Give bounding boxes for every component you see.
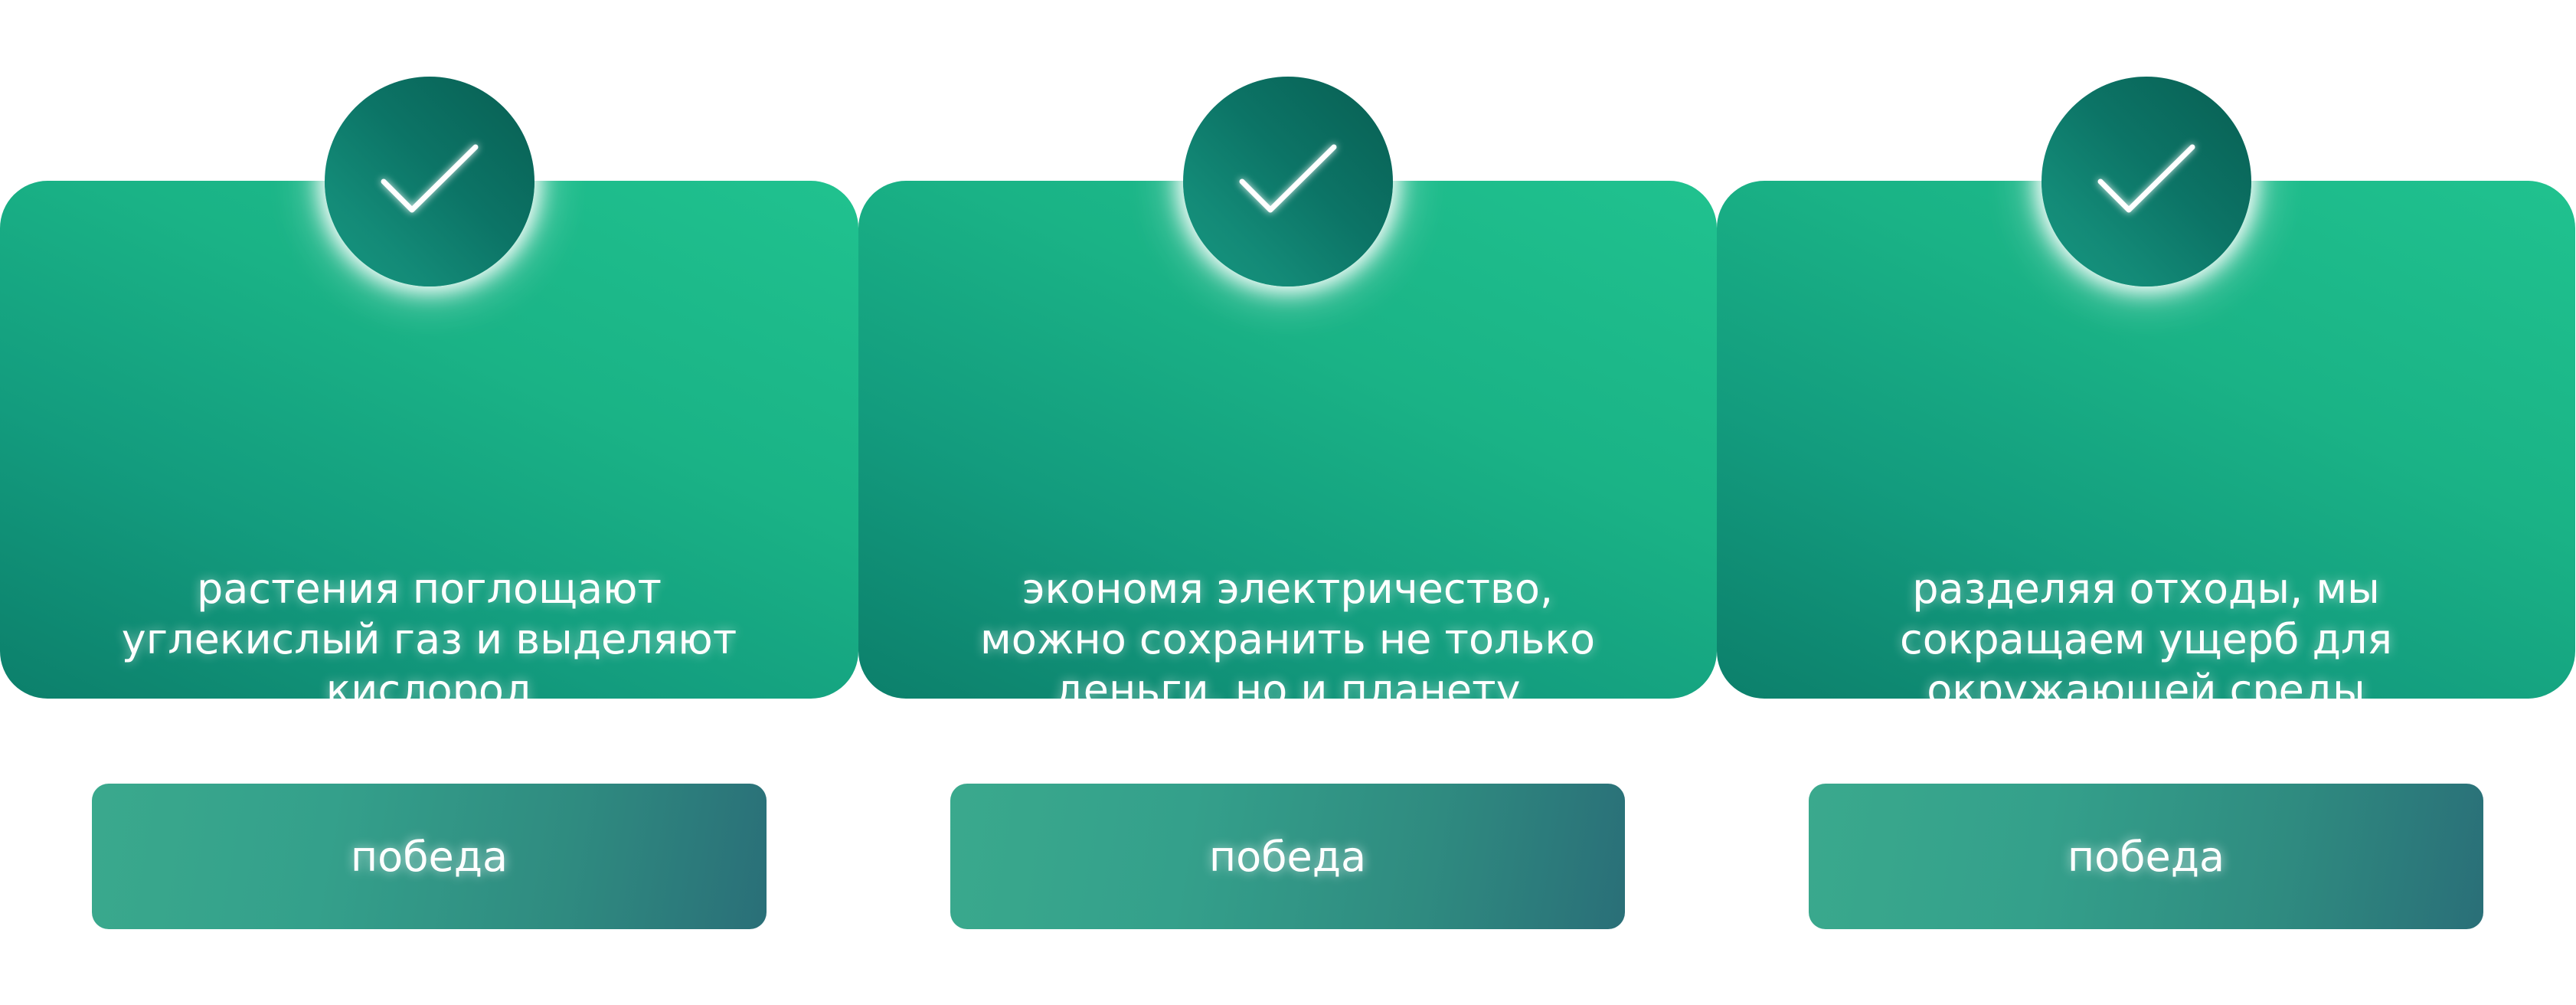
card-text-line: сокращаем ущерб для bbox=[1900, 615, 2392, 663]
checkmark-icon bbox=[2097, 144, 2195, 213]
eco-column-2: экономя электричество, можно сохранить н… bbox=[858, 0, 1717, 1005]
card-text: растения поглощают углекислый газ и выде… bbox=[46, 564, 812, 715]
card-text: экономя электричество, можно сохранить н… bbox=[904, 564, 1671, 715]
victory-button[interactable]: победа bbox=[1809, 784, 2483, 929]
eco-column-3: разделяя отходы, мы сокращаем ущерб для … bbox=[1717, 0, 2575, 1005]
card-text-line: разделяя отходы, мы bbox=[1912, 565, 2380, 613]
victory-button-label: победа bbox=[2067, 832, 2225, 881]
card-text-line: экономя электричество, bbox=[1022, 565, 1554, 613]
card-text-line: окружающей среды bbox=[1927, 666, 2365, 714]
card-text-line: кислород bbox=[325, 666, 533, 714]
check-badge bbox=[2042, 77, 2251, 286]
victory-button[interactable]: победа bbox=[92, 784, 767, 929]
eco-column-1: растения поглощают углекислый газ и выде… bbox=[0, 0, 858, 1005]
card-text-line: углекислый газ и выделяют bbox=[121, 615, 737, 663]
victory-button[interactable]: победа bbox=[950, 784, 1625, 929]
victory-button-label: победа bbox=[1208, 832, 1367, 881]
checkmark-icon bbox=[381, 144, 479, 213]
card-text-line: растения поглощают bbox=[197, 565, 662, 613]
victory-button-label: победа bbox=[350, 832, 508, 881]
check-badge bbox=[325, 77, 534, 286]
card-text: разделяя отходы, мы сокращаем ущерб для … bbox=[1763, 564, 2529, 715]
checkmark-icon bbox=[1239, 144, 1337, 213]
check-badge bbox=[1183, 77, 1393, 286]
card-text-line: можно сохранить не только bbox=[979, 615, 1595, 663]
card-text-line: деньги, но и планету bbox=[1054, 666, 1521, 714]
